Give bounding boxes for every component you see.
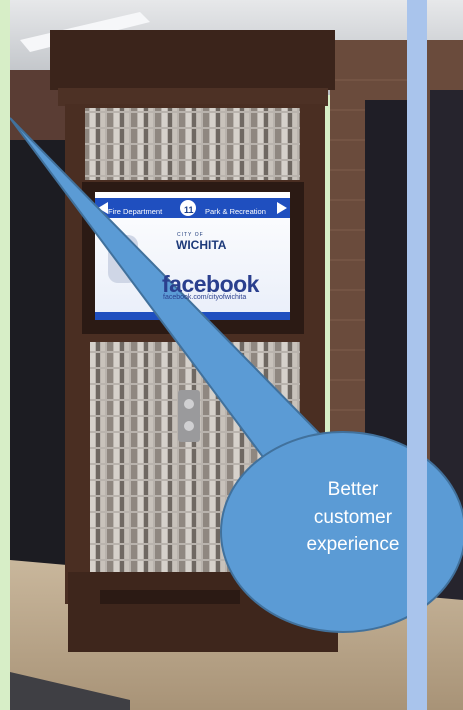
elevator-kiosk-photo [10, 0, 463, 710]
screen-social-url: facebook.com/cityofwichita [163, 294, 247, 301]
call-button-panel [178, 390, 200, 442]
elevator-door-left [10, 140, 72, 580]
tile-band-top [85, 108, 300, 180]
screen-nav-left: Fire Department [108, 207, 163, 216]
callout-line-1: Better [327, 479, 379, 500]
divider-bar [407, 0, 427, 710]
callout-line-3: experience [306, 534, 400, 556]
photo-frame: Fire Department 11 Park & Recreation CIT… [10, 0, 463, 710]
kiosk-cornice [50, 30, 335, 90]
callout-text: Better customer experience [278, 476, 428, 559]
callout-line-2: customer [313, 506, 393, 528]
screen-nav-number: 11 [184, 205, 194, 215]
screen-nav-right: Park & Recreation [205, 207, 266, 216]
screen-brand: WICHITA [176, 238, 227, 252]
